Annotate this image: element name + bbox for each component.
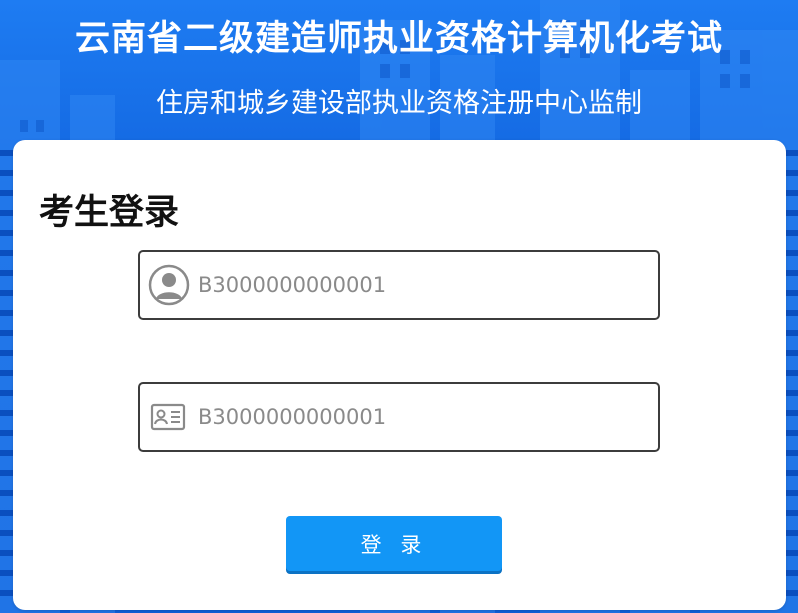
id-card-field[interactable]	[138, 382, 660, 452]
login-card: 考生登录 登 录	[13, 140, 786, 610]
id-card-input[interactable]	[198, 384, 648, 450]
login-heading: 考生登录	[39, 193, 180, 233]
exam-subtitle: 住房和城乡建设部执业资格注册中心监制	[156, 88, 642, 119]
exam-title: 云南省二级建造师执业资格计算机化考试	[74, 19, 723, 59]
candidate-id-field[interactable]	[138, 250, 660, 320]
login-button[interactable]: 登 录	[286, 516, 502, 571]
id-card-icon	[150, 403, 186, 431]
candidate-id-input[interactable]	[198, 252, 648, 318]
user-avatar-icon	[148, 264, 190, 306]
